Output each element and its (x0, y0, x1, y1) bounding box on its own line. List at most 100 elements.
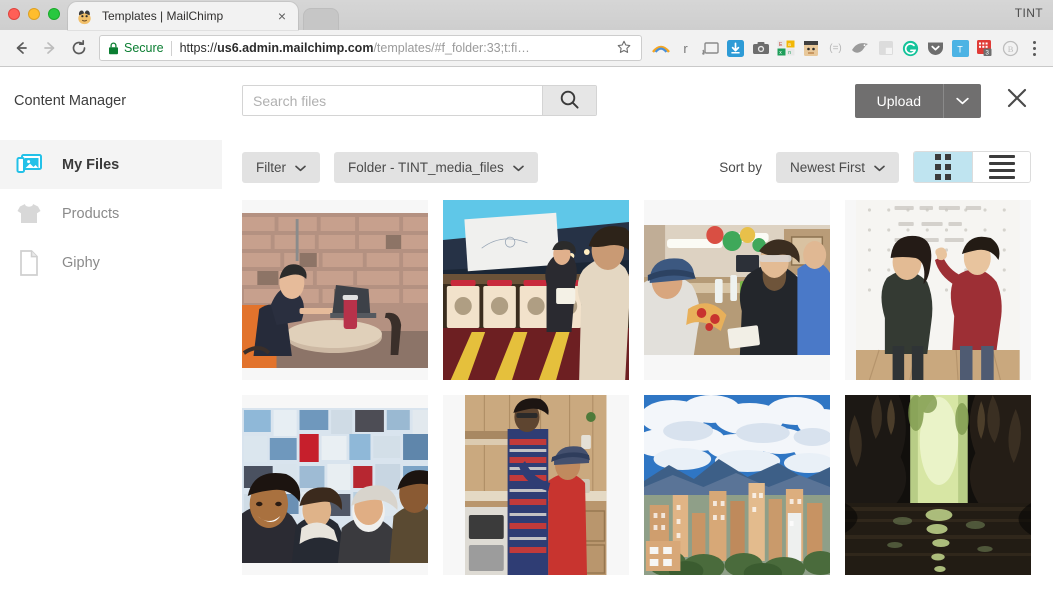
mailchimp-favicon (76, 8, 93, 25)
folder-label: Folder - TINT_media_files (348, 159, 504, 175)
close-window-button[interactable] (8, 8, 20, 20)
url-host: us6.admin.mailchimp.com (217, 41, 374, 55)
view-mode-toggle (913, 151, 1031, 183)
inactive-tab-placeholder[interactable] (303, 8, 339, 30)
chevron-down-icon (874, 160, 885, 175)
grid-view-icon (935, 154, 951, 180)
url-text: https://us6.admin.mailchimp.com/template… (180, 41, 615, 55)
letter-t-icon[interactable]: T (948, 34, 973, 62)
upload-button-group: Upload (854, 83, 981, 118)
calendar-red-icon[interactable]: 3 (973, 34, 998, 62)
address-bar[interactable]: Secure https://us6.admin.mailchimp.com/t… (99, 35, 642, 61)
upload-button[interactable]: Upload (854, 83, 943, 118)
sidebar: My Files Products Giphy (0, 134, 222, 591)
browser-toolbar: Secure https://us6.admin.mailchimp.com/t… (0, 30, 1053, 67)
search-button[interactable] (542, 86, 596, 115)
thumbnail-image (644, 225, 830, 355)
thumbnail-image (242, 212, 428, 368)
page-title: Content Manager (14, 92, 127, 109)
file-tile[interactable] (644, 395, 830, 575)
folder-dropdown[interactable]: Folder - TINT_media_files (334, 151, 538, 183)
equals-brackets-icon[interactable]: (=) (823, 34, 848, 62)
filter-dropdown[interactable]: Filter (242, 151, 320, 183)
upload-dropdown-button[interactable] (943, 83, 981, 118)
content-manager-modal: Content Manager Upload (0, 67, 1053, 591)
file-tile[interactable] (443, 200, 629, 380)
content-manager-header: Content Manager Upload (0, 67, 1053, 134)
filter-label: Filter (256, 159, 286, 175)
search-input[interactable] (243, 86, 542, 115)
sidebar-item-products[interactable]: Products (0, 189, 222, 238)
sort-dropdown[interactable]: Newest First (775, 151, 899, 183)
file-thumbnail (644, 225, 830, 355)
bookmark-star-icon[interactable] (615, 40, 633, 57)
svg-text:B: B (1008, 44, 1014, 54)
thumbnail-image (242, 407, 428, 563)
close-content-manager-button[interactable] (1003, 87, 1031, 115)
omnibox-divider (170, 40, 172, 56)
circled-b-icon[interactable]: B (998, 34, 1023, 62)
cast-icon[interactable] (698, 34, 723, 62)
office-suite-icon[interactable]: E a x n (773, 34, 798, 62)
maximize-window-button[interactable] (48, 8, 60, 20)
file-tile[interactable] (443, 395, 629, 575)
sort-by-label: Sort by (719, 159, 762, 175)
back-button[interactable] (6, 34, 35, 63)
header-actions: Upload (854, 83, 1031, 118)
secure-label: Secure (124, 41, 164, 55)
file-tile[interactable] (242, 395, 428, 575)
list-view-button[interactable] (972, 152, 1030, 182)
window-traffic-lights (8, 8, 60, 20)
sidebar-item-label: Giphy (62, 254, 100, 271)
browser-tab[interactable]: Templates | MailChimp × (68, 2, 298, 30)
window-gray-icon[interactable] (873, 34, 898, 62)
svg-text:a: a (788, 42, 791, 48)
sidebar-item-giphy[interactable]: Giphy (0, 238, 222, 287)
grid-view-button[interactable] (914, 152, 972, 182)
tshirt-icon (14, 202, 44, 225)
file-browser: Filter Folder - TINT_media_files Sort by… (222, 134, 1053, 591)
tab-close-icon[interactable]: × (274, 8, 290, 24)
forward-button[interactable] (35, 34, 64, 63)
sidebar-item-my-files[interactable]: My Files (0, 140, 222, 189)
sort-value: Newest First (789, 159, 865, 175)
file-tile[interactable] (644, 200, 830, 380)
content-manager-body: My Files Products Giphy Filter Folder - … (0, 134, 1053, 591)
file-thumbnail-grid (242, 200, 1031, 575)
browser-menu-button[interactable] (1023, 34, 1045, 62)
file-thumbnail (856, 200, 1020, 380)
lock-icon (108, 41, 119, 55)
file-tile[interactable] (845, 200, 1031, 380)
camera-icon[interactable] (748, 34, 773, 62)
window-profile-label: TINT (1014, 6, 1043, 20)
extension-badge-count: 3 (985, 50, 989, 57)
file-thumbnail (242, 407, 428, 563)
grammarly-g-icon[interactable] (898, 34, 923, 62)
images-icon (14, 153, 44, 177)
file-icon (14, 249, 44, 276)
minimize-window-button[interactable] (28, 8, 40, 20)
file-tile[interactable] (845, 395, 1031, 575)
close-icon (1006, 87, 1028, 114)
bird-gray-icon[interactable] (848, 34, 873, 62)
download-blue-icon[interactable] (723, 34, 748, 62)
reload-button[interactable] (64, 34, 93, 63)
file-thumbnail (242, 212, 428, 368)
sort-and-view-controls: Sort by Newest First (719, 151, 1031, 183)
thumbnail-image (845, 395, 1031, 575)
browser-chrome: Templates | MailChimp × TINT Secure http… (0, 0, 1053, 67)
extension-tray: r E a x n (=) T 3 B (648, 34, 1047, 62)
search-files-field[interactable] (242, 85, 597, 116)
svg-text:n: n (788, 50, 791, 56)
avatar-face-icon[interactable] (798, 34, 823, 62)
tab-strip: Templates | MailChimp × TINT (0, 0, 1053, 30)
tab-title: Templates | MailChimp (102, 9, 224, 23)
chevron-shield-icon[interactable] (923, 34, 948, 62)
rainbow-arc-icon[interactable] (648, 34, 673, 62)
file-thumbnail (465, 395, 607, 575)
file-tile[interactable] (242, 200, 428, 380)
thumbnail-image (644, 395, 830, 575)
letter-r-icon[interactable]: r (673, 34, 698, 62)
chevron-down-icon (513, 160, 524, 175)
sidebar-item-label: My Files (62, 156, 120, 173)
